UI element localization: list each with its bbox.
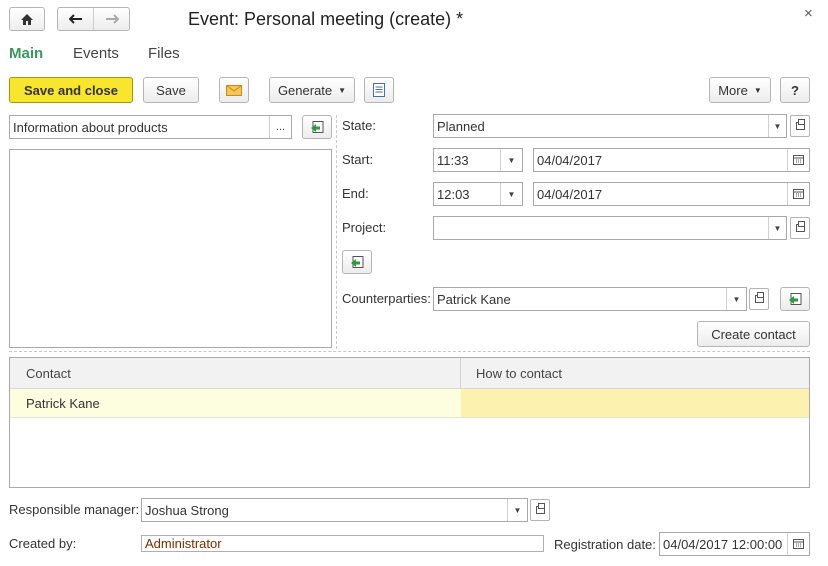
chevron-down-icon[interactable]: ▼ [507, 499, 527, 521]
more-button[interactable]: More ▼ [709, 77, 771, 103]
table-row[interactable]: Patrick Kane [10, 389, 809, 418]
start-time-value: 11:33 [437, 152, 469, 168]
start-time-field[interactable]: 11:33 ▼ [433, 148, 523, 172]
project-open-button[interactable] [790, 217, 810, 239]
state-label: State: [342, 118, 376, 133]
content-textarea[interactable] [9, 149, 332, 348]
chevron-down-icon[interactable]: ▼ [768, 217, 786, 239]
responsible-manager-field[interactable]: Joshua Strong ▼ [141, 498, 528, 522]
envelope-icon [226, 84, 242, 96]
chevron-down-icon[interactable]: ▼ [768, 115, 786, 137]
subject-choose-button[interactable]: ... [269, 116, 291, 138]
created-by-field: Administrator [141, 535, 544, 552]
forward-button[interactable] [94, 8, 129, 30]
contacts-table[interactable]: Contact How to contact Patrick Kane [9, 357, 810, 488]
registration-date-label: Registration date: [554, 537, 656, 552]
subject-field[interactable]: Information about products ... [9, 115, 292, 139]
horizontal-separator [9, 351, 810, 352]
end-time-field[interactable]: 12:03 ▼ [433, 182, 523, 206]
generate-label: Generate [277, 82, 333, 98]
end-date-value: 04/04/2017 [537, 186, 603, 202]
fill-subject-button[interactable] [302, 115, 332, 139]
created-by-label: Created by: [9, 536, 77, 551]
responsible-manager-value: Joshua Strong [145, 502, 229, 518]
email-button[interactable] [219, 77, 249, 103]
paste-green-icon [311, 120, 324, 133]
chevron-down-icon[interactable]: ▼ [500, 149, 522, 171]
calendar-icon[interactable] [787, 533, 809, 555]
chevron-down-icon[interactable]: ▼ [726, 288, 746, 310]
created-by-value: Administrator [145, 536, 222, 551]
open-icon [795, 221, 805, 232]
contact-cell: Patrick Kane [26, 396, 100, 411]
tab-main[interactable]: Main [9, 45, 43, 62]
subject-value: Information about products [13, 119, 168, 135]
chevron-down-icon: ▼ [753, 85, 762, 95]
project-field[interactable]: ▼ [433, 216, 787, 240]
state-value: Planned [437, 118, 485, 134]
start-label: Start: [342, 152, 374, 167]
tab-events[interactable]: Events [73, 45, 119, 62]
registration-date-field[interactable]: 04/04/2017 12:00:00 [659, 532, 810, 556]
counterparties-label: Counterparties: [342, 291, 431, 306]
document-icon [373, 83, 385, 97]
chevron-down-icon[interactable]: ▼ [500, 183, 522, 205]
generate-button[interactable]: Generate ▼ [269, 77, 355, 103]
chevron-down-icon: ▼ [338, 85, 347, 95]
project-label: Project: [342, 220, 387, 235]
paste-green-icon [789, 292, 802, 305]
table-header: Contact How to contact [10, 358, 809, 389]
end-date-field[interactable]: 04/04/2017 [533, 182, 810, 206]
tab-files[interactable]: Files [148, 45, 180, 62]
end-time-value: 12:03 [437, 186, 470, 202]
counterparties-value: Patrick Kane [437, 291, 511, 307]
column-header-how-to-contact[interactable]: How to contact [476, 366, 562, 381]
calendar-icon[interactable] [787, 183, 809, 205]
state-field[interactable]: Planned ▼ [433, 114, 787, 138]
end-label: End: [342, 186, 369, 201]
back-button[interactable] [58, 8, 94, 30]
state-open-button[interactable] [790, 115, 810, 137]
nav-buttons [57, 7, 130, 31]
calendar-icon[interactable] [787, 149, 809, 171]
create-contact-button[interactable]: Create contact [697, 321, 810, 347]
window-title: Event: Personal meeting (create) * [188, 9, 464, 29]
column-divider [460, 358, 461, 388]
help-button[interactable]: ? [780, 77, 810, 103]
home-icon [21, 13, 33, 25]
vertical-separator [336, 115, 337, 349]
counterparties-open-button[interactable] [749, 288, 769, 310]
open-icon [795, 119, 805, 130]
registration-date-value: 04/04/2017 12:00:00 [663, 536, 783, 552]
start-date-field[interactable]: 04/04/2017 [533, 148, 810, 172]
arrow-right-icon [105, 14, 119, 24]
fill-project-button[interactable] [342, 250, 372, 274]
document-button[interactable] [364, 77, 394, 103]
column-header-contact[interactable]: Contact [26, 366, 71, 381]
responsible-manager-label: Responsible manager: [9, 502, 140, 517]
open-icon [754, 292, 764, 303]
open-icon [535, 503, 545, 514]
counterparties-field[interactable]: Patrick Kane ▼ [433, 287, 747, 311]
close-icon[interactable]: × [804, 5, 813, 22]
manager-open-button[interactable] [530, 499, 550, 521]
more-label: More [718, 82, 748, 98]
arrow-left-icon [68, 14, 82, 24]
save-and-close-button[interactable]: Save and close [9, 77, 133, 103]
how-to-contact-cell[interactable] [461, 389, 809, 417]
paste-green-icon [351, 255, 364, 268]
save-button[interactable]: Save [143, 77, 199, 103]
start-date-value: 04/04/2017 [537, 152, 603, 168]
fill-counterparties-button[interactable] [780, 287, 810, 311]
home-button[interactable] [9, 7, 45, 31]
